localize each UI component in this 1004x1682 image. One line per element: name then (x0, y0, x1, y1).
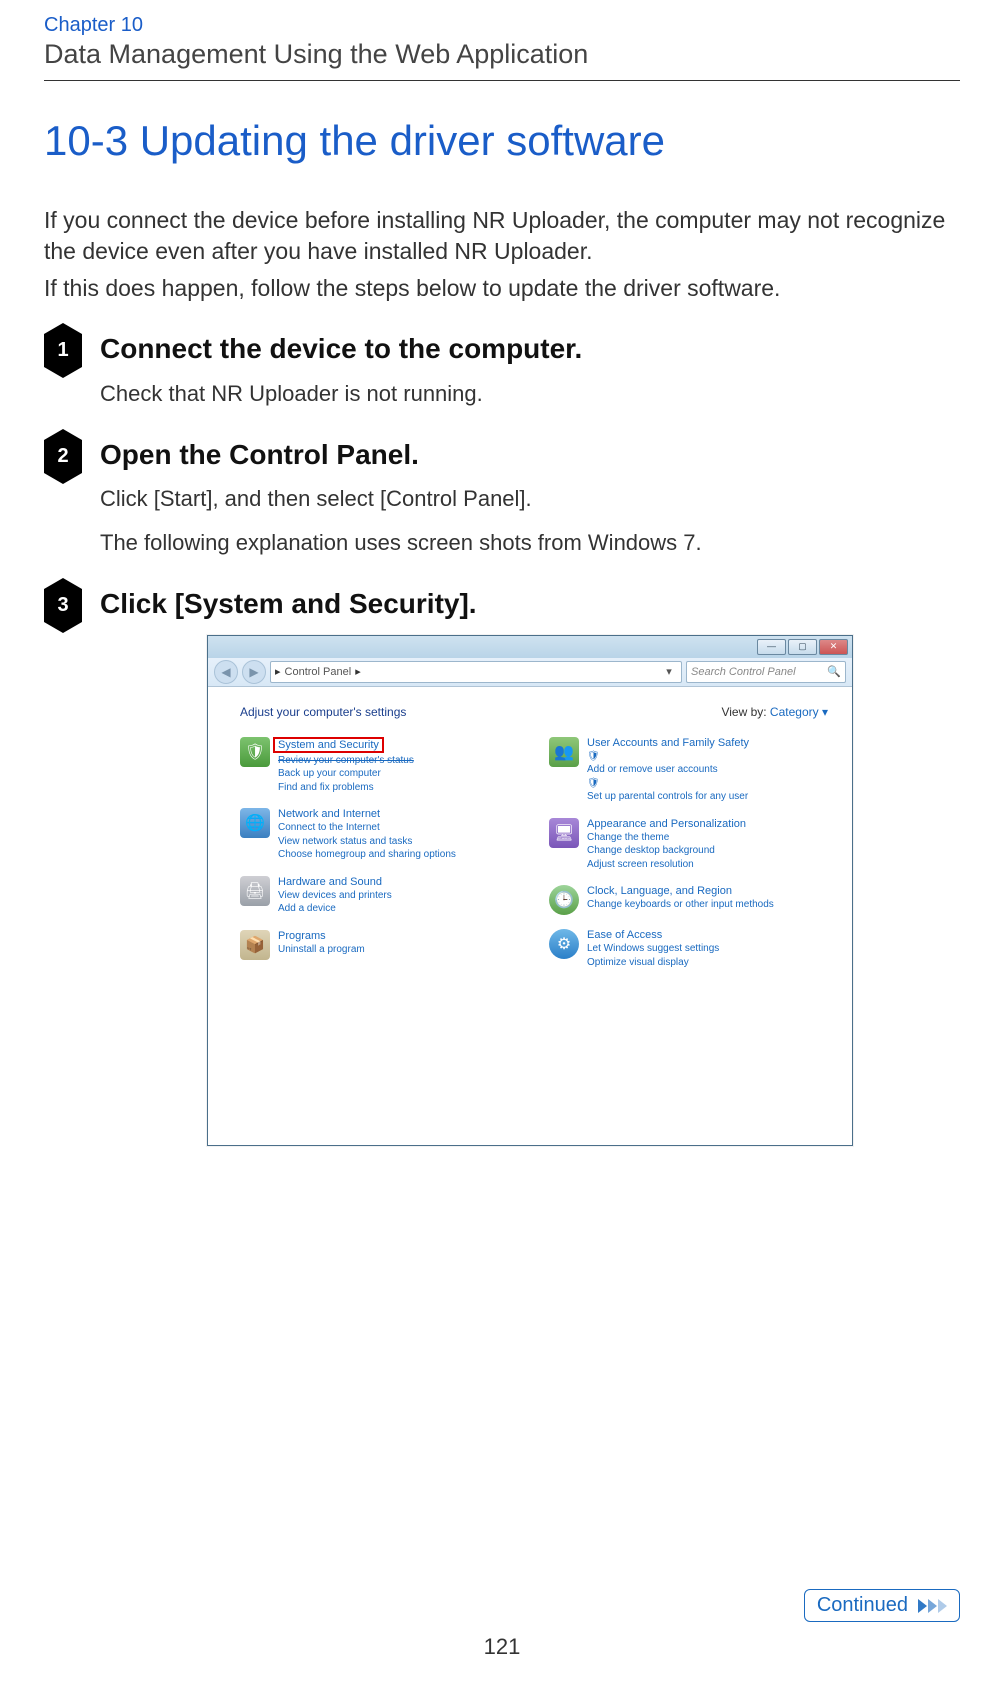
adjust-settings-label: Adjust your computer's settings (240, 705, 406, 719)
users-icon: 👥 (549, 737, 579, 767)
category-item: 👥 User Accounts and Family Safety 🛡 Add … (549, 737, 828, 804)
monitor-icon: 🖥 (549, 818, 579, 848)
category-sublink[interactable]: Add a device (278, 902, 392, 916)
category-sublink[interactable]: Back up your computer (278, 767, 414, 781)
category-item: 📦 Programs Uninstall a program (240, 930, 519, 960)
step-title: Connect the device to the computer. (100, 332, 960, 366)
step-bullet-icon: 2 (44, 438, 100, 473)
system-security-link[interactable]: System and Security (273, 737, 384, 753)
category-sublink[interactable]: 🛡 Set up parental controls for any user (587, 777, 749, 804)
step-row: 3 Click [System and Security]. — ▢ ✕ ◀ ▶… (44, 587, 960, 1146)
category-sublink[interactable]: Let Windows suggest settings (587, 942, 719, 956)
nav-back-button[interactable]: ◀ (214, 660, 238, 684)
programs-link[interactable]: Programs (278, 930, 326, 942)
continued-label: Continued (817, 1594, 908, 1617)
window-content: Adjust your computer's settings View by:… (208, 687, 852, 1145)
step-desc: The following explanation uses screen sh… (100, 527, 960, 559)
step-bullet-icon: 3 (44, 587, 100, 622)
category-sublink[interactable]: Change keyboards or other input methods (587, 898, 774, 912)
step-desc: Check that NR Uploader is not running. (100, 378, 960, 410)
step-desc: Click [Start], and then select [Control … (100, 483, 960, 515)
clock-icon: 🕒 (549, 885, 579, 915)
category-sublink[interactable]: Connect to the Internet (278, 821, 456, 835)
window-toolbar: ◀ ▶ ▸ Control Panel ▸ ▾ Search Control P… (208, 658, 852, 687)
breadcrumb-sep-icon: ▸ (355, 665, 361, 678)
viewby-label: View by: (721, 705, 766, 719)
intro-paragraph: If this does happen, follow the steps be… (44, 273, 960, 304)
step-bullet-icon: 1 (44, 332, 100, 367)
close-button[interactable]: ✕ (819, 639, 848, 655)
ease-access-link[interactable]: Ease of Access (587, 929, 662, 941)
category-sublink[interactable]: Uninstall a program (278, 943, 365, 957)
category-sublink[interactable]: View network status and tasks (278, 835, 456, 849)
shield-icon: 🛡 (240, 737, 270, 767)
category-item: 🛡 System and Security Review your comput… (240, 737, 519, 795)
category-sublink[interactable]: Review your computer's status (278, 754, 414, 768)
step-number: 1 (57, 339, 68, 362)
hardware-sound-link[interactable]: Hardware and Sound (278, 876, 382, 888)
step-row: 1 Connect the device to the computer. Ch… (44, 332, 960, 409)
category-left-column: 🛡 System and Security Review your comput… (240, 737, 519, 984)
category-item: 🖥 Appearance and Personalization Change … (549, 818, 828, 872)
category-sublink[interactable]: 🛡 Add or remove user accounts (587, 750, 749, 777)
step-title: Open the Control Panel. (100, 438, 960, 472)
section-title: 10-3 Updating the driver software (44, 117, 960, 165)
globe-icon: 🌐 (240, 808, 270, 838)
forward-triangles-icon (918, 1599, 947, 1613)
search-placeholder: Search Control Panel (691, 666, 796, 678)
category-sublink[interactable]: View devices and printers (278, 889, 392, 903)
breadcrumb-root-icon: ▸ (275, 665, 281, 678)
search-input[interactable]: Search Control Panel 🔍 (686, 661, 846, 683)
category-sublink[interactable]: Find and fix problems (278, 781, 414, 795)
category-item: 🕒 Clock, Language, and Region Change key… (549, 885, 828, 915)
category-sublink[interactable]: Choose homegroup and sharing options (278, 848, 456, 862)
intro-paragraph: If you connect the device before install… (44, 205, 960, 267)
network-internet-link[interactable]: Network and Internet (278, 808, 380, 820)
gear-icon: ⚙ (549, 929, 579, 959)
category-sublink[interactable]: Adjust screen resolution (587, 858, 746, 872)
window-titlebar: — ▢ ✕ (208, 636, 852, 658)
step-title: Click [System and Security]. (100, 587, 960, 621)
search-icon: 🔍 (827, 665, 841, 678)
viewby-value[interactable]: Category ▾ (770, 705, 828, 719)
address-dropdown-icon[interactable]: ▾ (661, 665, 677, 678)
category-sublink[interactable]: Change the theme (587, 831, 746, 845)
chevron-down-icon: ▾ (822, 705, 828, 719)
chapter-title: Data Management Using the Web Applicatio… (44, 39, 960, 81)
clock-language-link[interactable]: Clock, Language, and Region (587, 885, 732, 897)
page-number: 121 (0, 1634, 1004, 1660)
address-bar[interactable]: ▸ Control Panel ▸ ▾ (270, 661, 682, 683)
step-number: 2 (57, 445, 68, 468)
step-row: 2 Open the Control Panel. Click [Start],… (44, 438, 960, 559)
printer-icon: 🖨 (240, 876, 270, 906)
appearance-link[interactable]: Appearance and Personalization (587, 818, 746, 830)
control-panel-window: — ▢ ✕ ◀ ▶ ▸ Control Panel ▸ ▾ Search (207, 635, 853, 1146)
continued-badge: Continued (804, 1589, 960, 1622)
step-number: 3 (57, 594, 68, 617)
category-item: 🖨 Hardware and Sound View devices and pr… (240, 876, 519, 916)
maximize-button[interactable]: ▢ (788, 639, 817, 655)
category-sublink[interactable]: Change desktop background (587, 844, 746, 858)
breadcrumb-item[interactable]: Control Panel (285, 666, 352, 678)
minimize-button[interactable]: — (757, 639, 786, 655)
category-item: ⚙ Ease of Access Let Windows suggest set… (549, 929, 828, 969)
user-accounts-link[interactable]: User Accounts and Family Safety (587, 737, 749, 749)
nav-forward-button[interactable]: ▶ (242, 660, 266, 684)
category-sublink[interactable]: Optimize visual display (587, 956, 719, 970)
box-icon: 📦 (240, 930, 270, 960)
chapter-label: Chapter 10 (44, 14, 960, 37)
category-right-column: 👥 User Accounts and Family Safety 🛡 Add … (549, 737, 828, 984)
category-item: 🌐 Network and Internet Connect to the In… (240, 808, 519, 862)
